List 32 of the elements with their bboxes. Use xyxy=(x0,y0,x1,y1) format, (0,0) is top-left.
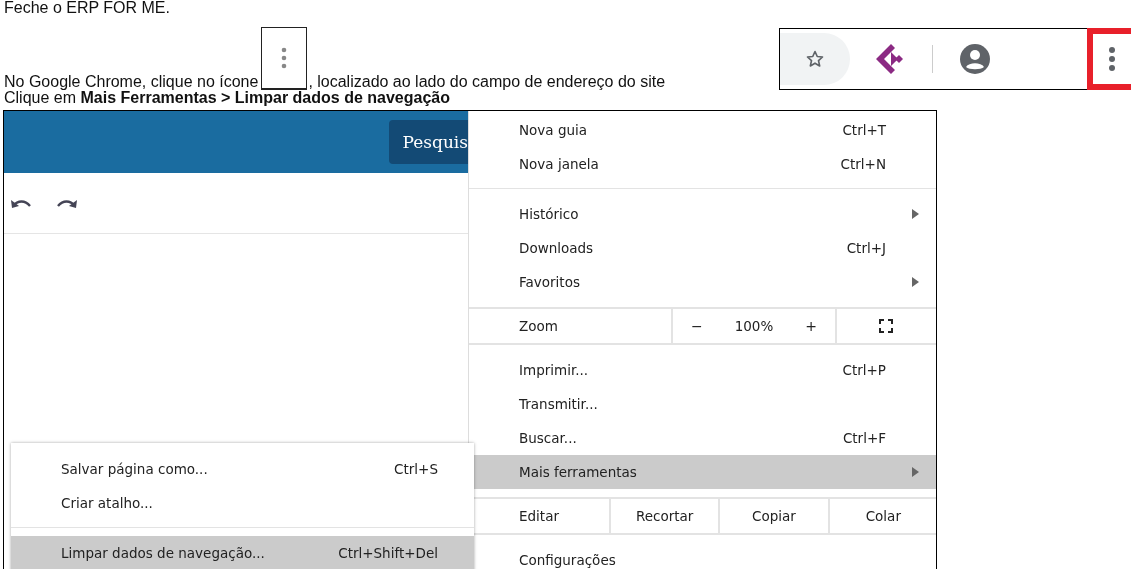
menu-item[interactable]: Favoritos xyxy=(469,265,936,299)
menu-item[interactable]: Nova janela Ctrl+N xyxy=(469,147,936,181)
instruction-text: , localizado ao lado do campo de endereço do site xyxy=(308,74,666,90)
edit-action-button[interactable]: Recortar xyxy=(611,499,721,533)
undo-icon[interactable] xyxy=(10,197,32,209)
zoom-out-button[interactable]: − xyxy=(687,318,707,334)
menu-item[interactable]: Downloads Ctrl+J xyxy=(469,231,936,265)
menu-item[interactable]: Buscar... Ctrl+F xyxy=(469,421,936,455)
zoom-in-button[interactable]: + xyxy=(801,318,821,334)
kebab-icon[interactable] xyxy=(1108,46,1116,72)
menu-item[interactable]: Histórico xyxy=(469,197,936,231)
menu-item[interactable]: Imprimir... Ctrl+P xyxy=(469,353,936,387)
menu-item-label: Zoom xyxy=(469,309,673,343)
bookmark-star-button[interactable] xyxy=(780,33,850,85)
edit-action-button[interactable]: Colar xyxy=(829,499,936,533)
menu-item[interactable]: Limpar dados de navegação... Ctrl+Shift+Del xyxy=(11,536,474,569)
submenu-arrow-icon xyxy=(912,467,919,477)
star-icon xyxy=(805,49,825,69)
instruction-text: No Google Chrome, clique no ícone xyxy=(3,74,259,90)
intro-text: Feche o ERP FOR ME. xyxy=(3,0,171,16)
kebab-icon xyxy=(281,47,288,69)
search-button[interactable]: Pesquis xyxy=(388,120,468,164)
submenu-arrow-icon xyxy=(912,277,919,287)
edit-action-button[interactable]: Copiar xyxy=(720,499,830,533)
account-icon[interactable] xyxy=(959,43,991,75)
redo-icon[interactable] xyxy=(56,197,78,209)
menu-item[interactable]: Transmitir... xyxy=(469,387,936,421)
submenu-arrow-icon xyxy=(912,209,919,219)
zoom-level: 100% xyxy=(734,318,774,334)
step-text: Clique em Mais Ferramentas > Limpar dados de navegação xyxy=(3,90,451,106)
fullscreen-icon[interactable] xyxy=(879,319,893,333)
menu-item[interactable]: Nova guia Ctrl+T xyxy=(469,113,936,147)
